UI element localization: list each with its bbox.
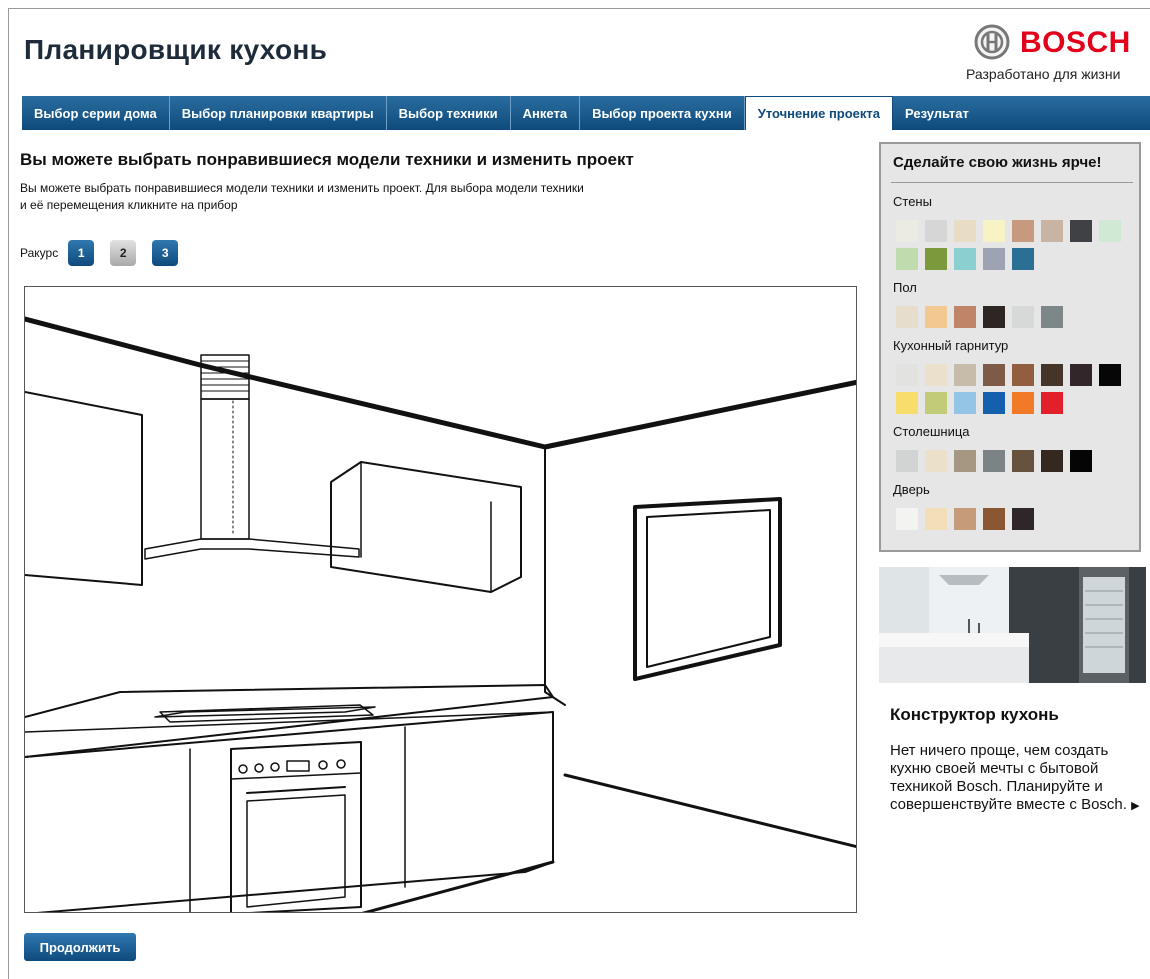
countertop-label: Столешница [893,424,970,439]
kitchen-set-color-swatch[interactable] [954,392,976,414]
kitchen-set-color-swatch[interactable] [1041,364,1063,386]
description-line-1: Вы можете выбрать понравившиеся модели т… [20,181,584,195]
view-button-1[interactable]: 1 [68,240,95,266]
promo-title: Конструктор кухонь [890,705,1059,724]
view-button-3[interactable]: 3 [152,240,179,266]
kitchen-set-color-swatch[interactable] [896,364,918,386]
countertop-color-swatch[interactable] [925,450,947,472]
floor-color-swatch[interactable] [1012,306,1034,328]
wall-color-swatch[interactable] [954,220,976,242]
door-color-swatch[interactable] [1012,508,1034,530]
view-label: Ракурс [20,246,59,260]
kitchen-set-color-swatch[interactable] [954,364,976,386]
promo-description: Нет ничего проще, чем создать кухню свое… [890,742,1127,813]
arrow-right-icon[interactable]: ▶ [1131,800,1139,812]
countertop-color-swatch[interactable] [1041,450,1063,472]
kitchen-set-color-swatch[interactable] [925,364,947,386]
kitchen-set-label: Кухонный гарнитур [893,338,1009,353]
kitchen-set-color-swatch[interactable] [1012,364,1034,386]
countertop-color-swatch[interactable] [954,450,976,472]
ceiling-line-left [25,316,856,450]
bosch-logo-icon [974,24,1010,60]
countertop-swatches [896,450,1099,472]
base-cabinets[interactable] [25,711,555,913]
floor-line-right [563,773,856,849]
brand-tagline: Разработано для жизни [966,66,1121,82]
wall-color-swatch[interactable] [1099,220,1121,242]
promo-text[interactable]: Нет ничего проще, чем создать кухню свое… [890,742,1146,815]
door-color-swatch[interactable] [983,508,1005,530]
door-swatches [896,508,1041,530]
continue-button[interactable]: Продолжить [24,933,136,961]
section-heading: Вы можете выбрать понравившиеся модели т… [20,150,634,169]
kitchen-drawing [25,316,856,913]
color-panel-title: Сделайте свою жизнь ярче! [893,154,1102,171]
kitchen-set-color-swatch[interactable] [983,392,1005,414]
wall-color-swatch[interactable] [925,248,947,270]
walls-label: Стены [893,194,932,209]
tab-apartment-layout[interactable]: Выбор планировки квартиры [170,96,387,130]
wall-color-swatch[interactable] [983,220,1005,242]
kitchen-set-color-swatch[interactable] [896,392,918,414]
tab-house-series[interactable]: Выбор серии дома [22,96,170,130]
countertop-color-swatch[interactable] [896,450,918,472]
countertop-color-swatch[interactable] [1070,450,1092,472]
tab-project-refinement[interactable]: Уточнение проекта [744,96,894,130]
kitchen-set-swatches-row-2 [896,392,1070,414]
wall-color-swatch[interactable] [1012,220,1034,242]
step-tabs: Выбор серии дома Выбор планировки кварти… [22,96,1150,130]
floor-color-swatch[interactable] [983,306,1005,328]
floor-color-swatch[interactable] [1041,306,1063,328]
left-wall-cabinet[interactable] [25,391,143,586]
wall-color-swatch[interactable] [1070,220,1092,242]
promo-kitchen-photo[interactable] [879,567,1146,683]
page-title: Планировщик кухонь [24,34,328,65]
brand-name: BOSCH [1020,26,1131,59]
kitchen-3d-view[interactable] [24,286,857,913]
wall-color-swatch[interactable] [1012,248,1034,270]
kitchen-set-color-swatch[interactable] [1099,364,1121,386]
view-selector: Ракурс 1 2 3 [20,240,194,266]
floor-label: Пол [893,280,917,295]
floor-color-swatch[interactable] [954,306,976,328]
door-color-swatch[interactable] [925,508,947,530]
countertop-color-swatch[interactable] [1012,450,1034,472]
wall-color-swatch[interactable] [954,248,976,270]
tab-kitchen-project[interactable]: Выбор проекта кухни [580,96,745,130]
wall-color-swatch[interactable] [925,220,947,242]
window[interactable] [633,497,782,681]
door-color-swatch[interactable] [954,508,976,530]
upper-cabinet[interactable] [330,461,522,593]
wall-color-swatch[interactable] [896,220,918,242]
floor-swatches [896,306,1070,328]
color-panel: Сделайте свою жизнь ярче! Стены Пол Кухо… [879,142,1141,552]
cooker-hood[interactable] [144,354,360,560]
tab-result[interactable]: Результат [893,96,981,130]
wall-color-swatch[interactable] [896,248,918,270]
kitchen-set-color-swatch[interactable] [983,364,1005,386]
floor-color-swatch[interactable] [896,306,918,328]
brand: BOSCH Разработано для жизни [960,22,1150,92]
kitchen-set-color-swatch[interactable] [1012,392,1034,414]
tab-appliances[interactable]: Выбор техники [387,96,511,130]
view-button-2[interactable]: 2 [110,240,137,266]
section-description: Вы можете выбрать понравившиеся модели т… [20,180,710,214]
tab-questionnaire[interactable]: Анкета [511,96,581,130]
walls-swatches-row-1 [896,220,1128,242]
room-corner [544,446,566,706]
kitchen-set-color-swatch[interactable] [925,392,947,414]
kitchen-set-swatches-row-1 [896,364,1128,386]
panel-divider [891,182,1133,183]
description-line-2: и её перемещения кликните на прибор [20,198,238,212]
wall-color-swatch[interactable] [983,248,1005,270]
kitchen-set-color-swatch[interactable] [1041,392,1063,414]
countertop-color-swatch[interactable] [983,450,1005,472]
wall-color-swatch[interactable] [1041,220,1063,242]
door-label: Дверь [893,482,930,497]
floor-color-swatch[interactable] [925,306,947,328]
walls-swatches-row-2 [896,248,1041,270]
door-color-swatch[interactable] [896,508,918,530]
kitchen-set-color-swatch[interactable] [1070,364,1092,386]
kitchen-photo [879,567,1146,683]
